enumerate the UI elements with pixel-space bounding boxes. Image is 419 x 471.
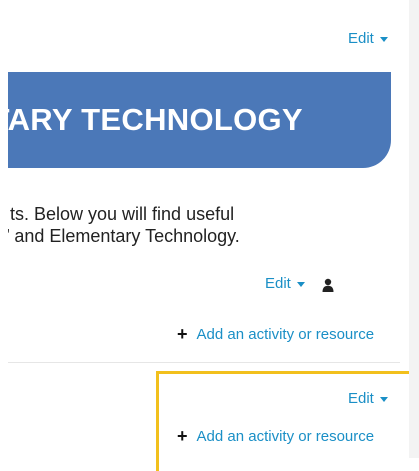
intro-text: ts. Below you will find useful ’ and Ele… xyxy=(8,203,408,247)
chevron-down-icon xyxy=(379,396,388,402)
add-activity-link-1[interactable]: + Add an activity or resource xyxy=(177,324,374,345)
section-divider xyxy=(8,362,400,363)
course-banner: NTARY TECHNOLOGY xyxy=(8,72,391,168)
edit-label: Edit xyxy=(265,275,291,292)
intro-line-2: ’ and Elementary Technology. xyxy=(8,226,240,246)
edit-label: Edit xyxy=(348,30,374,47)
chevron-down-icon xyxy=(379,36,388,42)
plus-icon: + xyxy=(177,324,188,344)
user-icon xyxy=(321,278,335,292)
chevron-down-icon xyxy=(296,281,305,287)
highlighted-section xyxy=(156,371,419,471)
plus-icon: + xyxy=(177,426,188,446)
add-activity-link-2[interactable]: + Add an activity or resource xyxy=(177,426,374,447)
edit-label: Edit xyxy=(348,390,374,407)
intro-line-1: ts. Below you will find useful xyxy=(10,204,235,224)
edit-menu-top[interactable]: Edit xyxy=(348,30,388,47)
add-activity-label: Add an activity or resource xyxy=(196,428,375,445)
page-scroll-gutter xyxy=(409,0,419,458)
course-page: Edit NTARY TECHNOLOGY ts. Below you will… xyxy=(0,0,419,471)
edit-menu-section-2[interactable]: Edit xyxy=(348,390,388,407)
edit-menu-section-1[interactable]: Edit xyxy=(265,275,305,292)
banner-title: NTARY TECHNOLOGY xyxy=(8,102,303,137)
add-activity-label: Add an activity or resource xyxy=(196,326,375,343)
